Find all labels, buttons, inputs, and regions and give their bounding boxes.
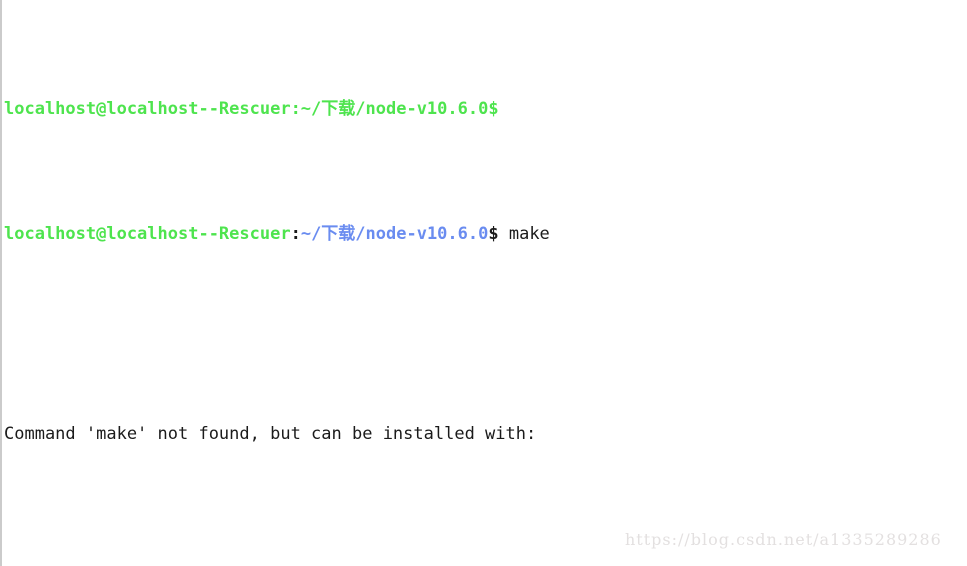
terminal-line-prompt-1: localhost@localhost--Rescuer:~/下载/node-v…: [4, 222, 967, 247]
terminal-line-partial-top: localhost@localhost--Rescuer:~/下载/node-v…: [4, 97, 967, 122]
terminal-screen[interactable]: localhost@localhost--Rescuer:~/下载/node-v…: [4, 0, 967, 566]
prompt-user-host: localhost@localhost--Rescuer: [4, 224, 291, 244]
command-input-make: make: [498, 224, 550, 244]
terminal-window[interactable]: localhost@localhost--Rescuer:~/下载/node-v…: [0, 0, 967, 566]
prompt-separator: :: [290, 224, 301, 244]
terminal-line-blank-2: [4, 522, 967, 547]
prompt-path: ~/下载/node-v10.6.0: [300, 224, 489, 244]
terminal-line-command-not-found: Command 'make' not found, but can be ins…: [4, 422, 967, 447]
terminal-left-edge-rule: [0, 0, 2, 566]
terminal-line-blank-1: [4, 322, 967, 347]
prompt-sigil: $: [488, 224, 499, 244]
prompt-user-host-partial: localhost@localhost--Rescuer:~/下载/node-v…: [4, 99, 499, 119]
not-found-message: Command 'make' not found, but can be ins…: [4, 424, 537, 444]
